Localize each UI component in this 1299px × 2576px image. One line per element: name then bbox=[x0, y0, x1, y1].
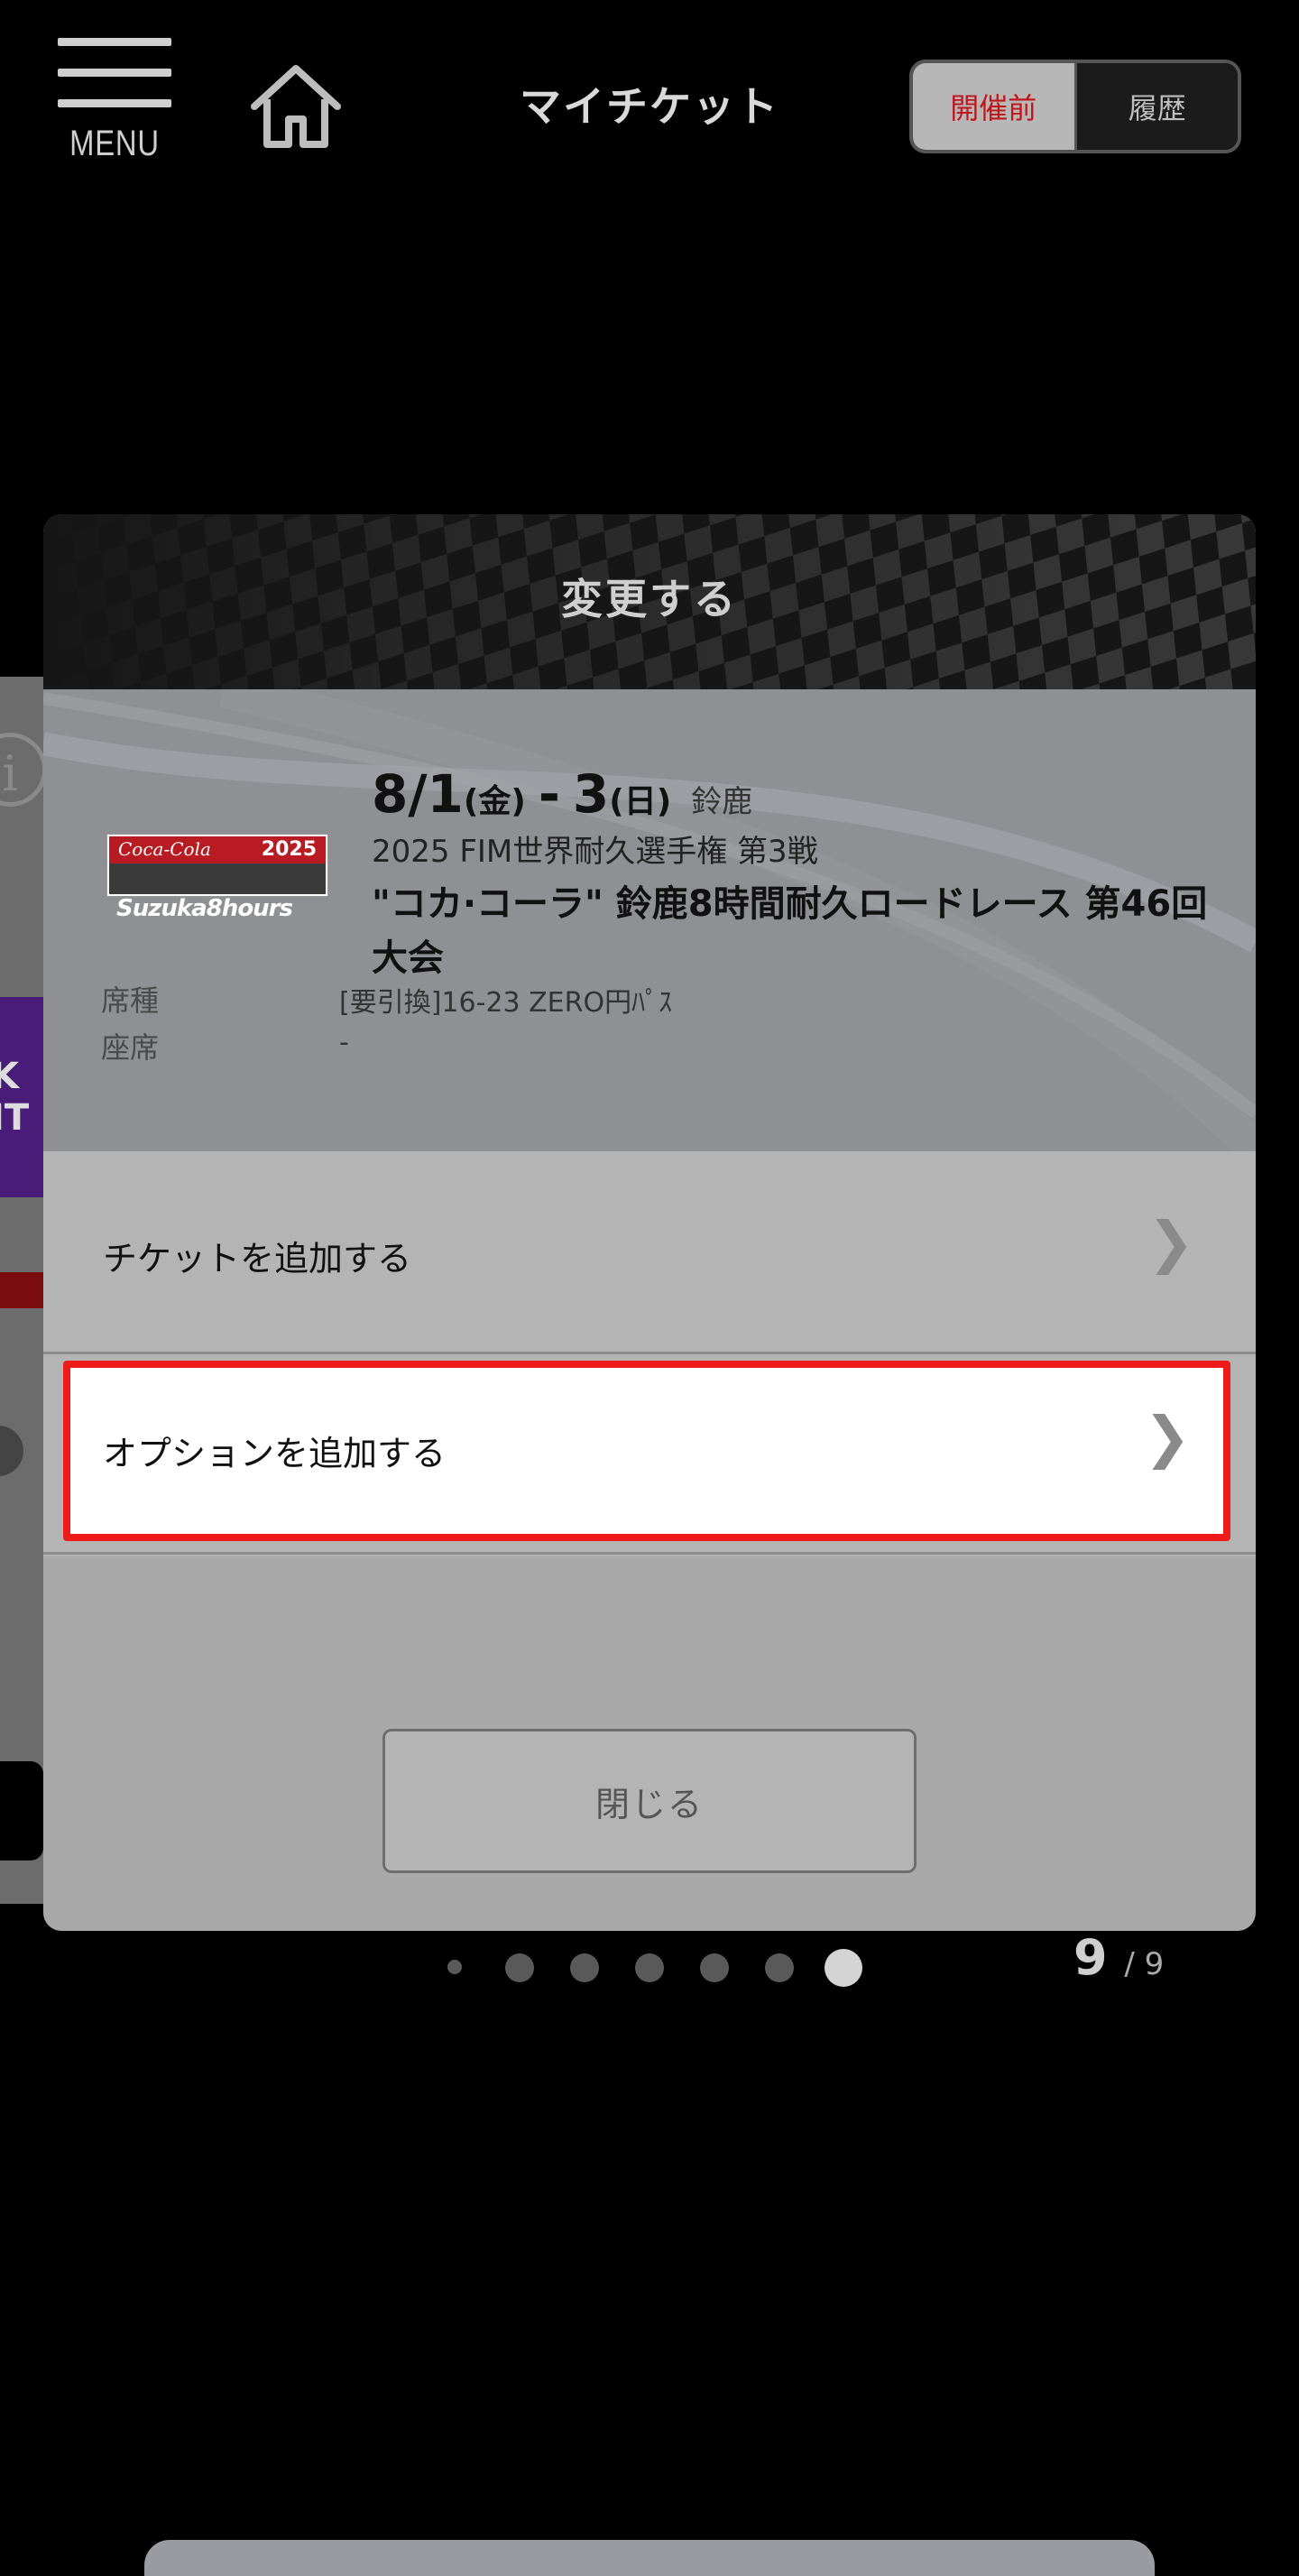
pagination-dot[interactable] bbox=[635, 1953, 664, 1982]
logo-year: 2025 bbox=[261, 838, 317, 861]
seat-type-label: 席種 bbox=[101, 983, 160, 1018]
event-venue: 鈴鹿 bbox=[691, 784, 753, 820]
background-card-button bbox=[0, 1761, 43, 1860]
menu-button[interactable]: MENU bbox=[56, 38, 173, 173]
page-counter-total: / 9 bbox=[1124, 1946, 1165, 1982]
logo-top-band: Coca-Cola 2025 bbox=[109, 836, 326, 863]
menu-label: MENU bbox=[69, 124, 160, 163]
tab-history[interactable]: 履歴 bbox=[1073, 63, 1238, 150]
logo-brand: Coca-Cola bbox=[118, 838, 211, 860]
seat-type-value: [要引換]16-23 ZERO円ﾊﾟｽ bbox=[339, 987, 673, 1019]
hamburger-bar bbox=[58, 99, 171, 107]
event-series: 2025 FIM世界耐久選手権 第3戦 bbox=[372, 834, 818, 870]
background-card-logo bbox=[0, 1272, 43, 1308]
add-option-label: オプションを追加する bbox=[103, 1434, 447, 1473]
add-ticket-label: チケットを追加する bbox=[103, 1239, 412, 1279]
modal-title: 変更する bbox=[561, 575, 738, 623]
page-counter-current: 9 bbox=[1073, 1929, 1108, 1986]
pagination-dot[interactable] bbox=[447, 1960, 462, 1974]
pagination-dot[interactable] bbox=[570, 1953, 599, 1982]
chevron-right-icon: ❯ bbox=[1144, 1404, 1191, 1470]
event-date: 8/1(金) -3(日) 鈴鹿 bbox=[372, 763, 752, 825]
home-icon bbox=[251, 65, 341, 148]
event-title: "コカ·コーラ" 鈴鹿8時間耐久ロードレース 第46回大会 bbox=[372, 883, 1208, 979]
chevron-right-icon: ❯ bbox=[1147, 1209, 1194, 1275]
home-button[interactable] bbox=[249, 63, 343, 150]
hamburger-bar bbox=[58, 69, 171, 77]
tab-upcoming[interactable]: 開催前 bbox=[913, 63, 1074, 150]
add-option-row[interactable]: オプションを追加する ❯ bbox=[63, 1361, 1230, 1541]
pagination-dot[interactable] bbox=[505, 1953, 534, 1982]
seat-value: - bbox=[339, 1027, 349, 1058]
close-button[interactable]: 閉じる bbox=[382, 1729, 917, 1873]
background-card-banner-text: KIT bbox=[0, 1056, 30, 1139]
dow-start: (金) bbox=[463, 783, 526, 820]
logo-bottom-band: Suzuka8hours bbox=[109, 863, 326, 922]
pagination-dot-active[interactable] bbox=[825, 1949, 862, 1987]
seat-label: 座席 bbox=[101, 1030, 160, 1065]
pagination-dot[interactable] bbox=[765, 1953, 794, 1982]
add-ticket-row[interactable]: チケットを追加する ❯ bbox=[43, 1151, 1256, 1353]
change-ticket-modal: 変更する Coca-Cola 2025 Suzuka8hours 8/1(金) -… bbox=[43, 514, 1256, 1931]
ticket-filter-toggle: 開催前 履歴 bbox=[909, 60, 1241, 153]
logo-name: Suzuka8hours bbox=[116, 895, 293, 922]
page-counter: 9 / 9 bbox=[1073, 1929, 1164, 1986]
hamburger-icon bbox=[58, 38, 171, 46]
next-ticket-card-peek bbox=[144, 2540, 1155, 2576]
suzuka-8-hours-logo: Coca-Cola 2025 Suzuka8hours bbox=[106, 834, 328, 922]
date-end: 3 bbox=[572, 763, 610, 825]
date-start: 8/1 bbox=[372, 763, 464, 825]
dow-end: (日) bbox=[609, 783, 672, 820]
modal-header: 変更する bbox=[43, 514, 1256, 689]
event-info-panel: Coca-Cola 2025 Suzuka8hours 8/1(金) -3(日) 鈴… bbox=[43, 689, 1256, 1151]
page-title: マイチケット bbox=[520, 82, 779, 131]
divider bbox=[43, 1552, 1256, 1555]
date-dash: - bbox=[538, 763, 560, 825]
pagination-dot[interactable] bbox=[700, 1953, 729, 1982]
